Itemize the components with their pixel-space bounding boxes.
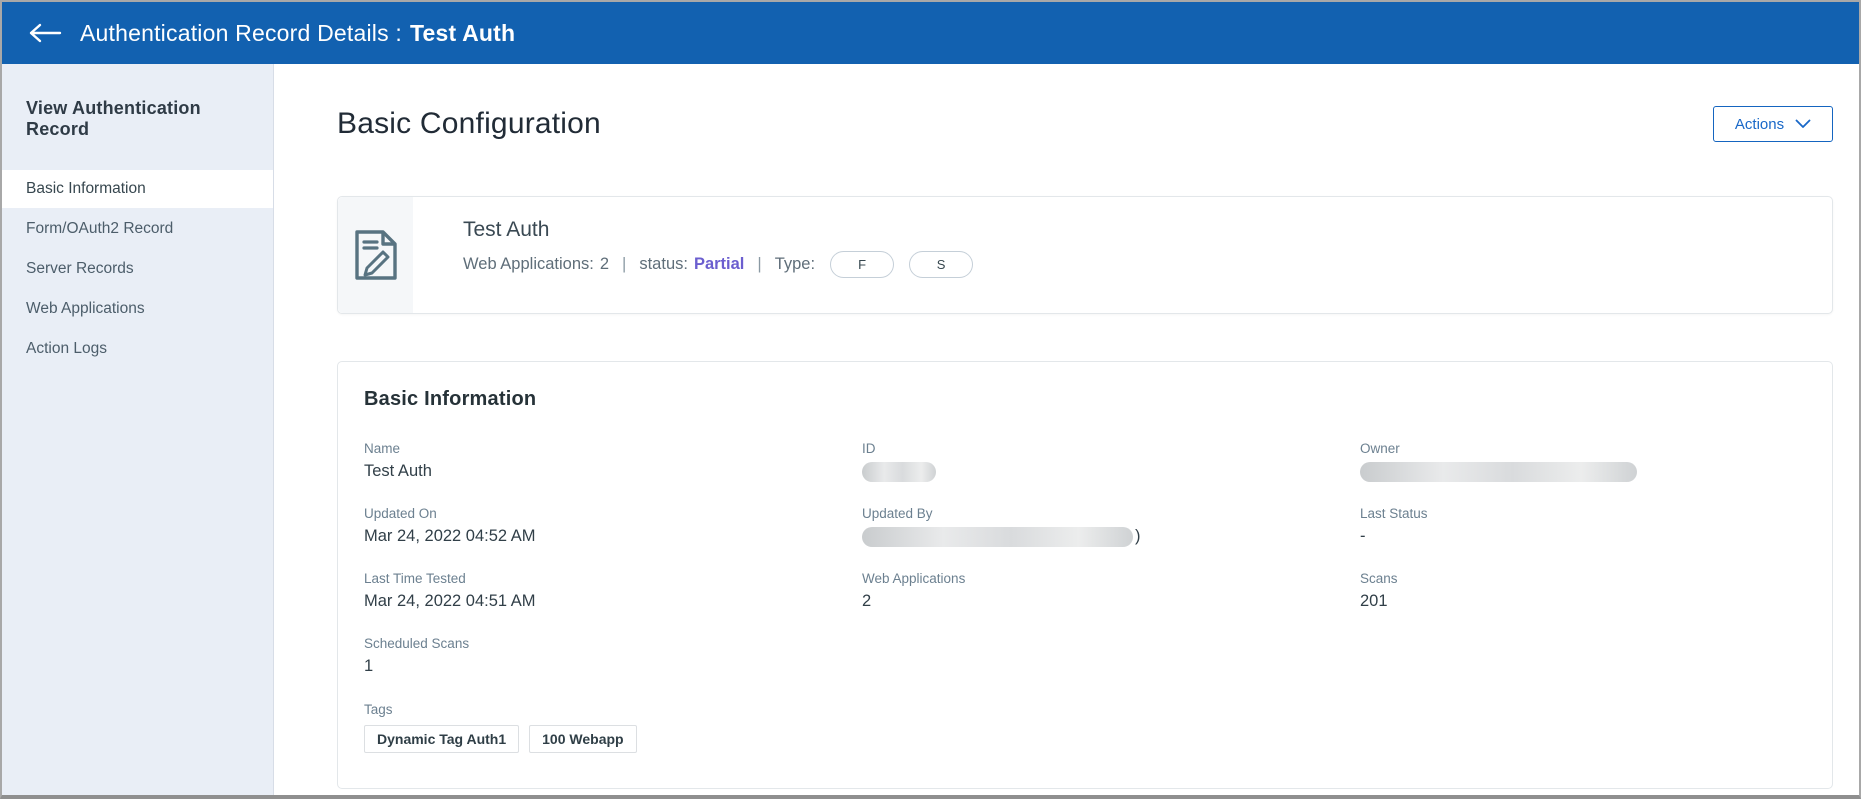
top-bar: Authentication Record Details : Test Auth xyxy=(2,2,1859,64)
redacted-value xyxy=(862,461,936,482)
status-value: Partial xyxy=(693,255,745,273)
tag-chip: Dynamic Tag Auth1 xyxy=(364,725,520,753)
field-value: Mar 24, 2022 04:51 AM xyxy=(364,592,536,610)
back-button[interactable] xyxy=(26,14,64,52)
redacted-value xyxy=(1360,461,1637,482)
field-last-time-tested: Last Time Tested Mar 24, 2022 04:51 AM xyxy=(364,571,862,612)
web-applications-count: 2 xyxy=(599,255,610,273)
meta-separator: | xyxy=(622,255,627,273)
actions-button-label: Actions xyxy=(1734,115,1785,133)
field-label: ID xyxy=(862,441,876,456)
sidebar-heading: View Authentication Record xyxy=(26,98,201,139)
tags-chips: Dynamic Tag Auth1 100 Webapp xyxy=(364,725,1806,753)
record-name: Test Auth xyxy=(463,218,550,241)
field-id: ID xyxy=(862,441,1360,482)
actions-button[interactable]: Actions xyxy=(1713,106,1833,142)
record-summary-card: Test Auth Web Applications: 2 | status: … xyxy=(337,196,1833,314)
field-value: ) xyxy=(862,526,1360,547)
field-scans: Scans 201 xyxy=(1360,571,1806,612)
redacted-suffix: ) xyxy=(1135,527,1141,545)
field-label: Scans xyxy=(1360,571,1398,586)
field-owner: Owner xyxy=(1360,441,1806,482)
page-breadcrumb-title: Authentication Record Details : Test Auth xyxy=(80,20,515,47)
field-label: Scheduled Scans xyxy=(364,636,470,651)
field-label: Web Applications xyxy=(862,571,966,586)
sidebar-item-web-applications[interactable]: Web Applications xyxy=(2,290,273,328)
basic-information-card: Basic Information Name Test Auth ID Owne… xyxy=(337,361,1833,789)
meta-separator: | xyxy=(757,255,762,273)
field-value: 2 xyxy=(862,592,872,610)
type-label: Type: xyxy=(774,255,816,273)
sidebar-item-action-logs[interactable]: Action Logs xyxy=(2,330,273,368)
field-value xyxy=(862,461,1360,482)
sidebar-item-server-records[interactable]: Server Records xyxy=(2,250,273,288)
tag-chip: 100 Webapp xyxy=(529,725,637,753)
web-applications-label: Web Applications: xyxy=(463,255,594,273)
field-updated-by: Updated By ) xyxy=(862,506,1360,547)
type-badge-s: S xyxy=(909,251,974,278)
basic-information-grid: Name Test Auth ID Owner Updated On Mar 2… xyxy=(364,441,1806,677)
record-meta: Web Applications: 2 | status: Partial | … xyxy=(463,251,974,278)
field-updated-on: Updated On Mar 24, 2022 04:52 AM xyxy=(364,506,862,547)
field-label: Updated On xyxy=(364,506,437,521)
record-summary-content: Test Auth Web Applications: 2 | status: … xyxy=(413,197,974,313)
field-label: Last Time Tested xyxy=(364,571,466,586)
basic-information-heading: Basic Information xyxy=(364,388,537,410)
record-icon-box xyxy=(338,197,413,313)
main-header: Basic Configuration Actions xyxy=(337,104,1833,144)
breadcrumb-record-name: Test Auth xyxy=(409,19,516,46)
redacted-value xyxy=(862,526,1133,547)
field-value xyxy=(1360,461,1806,482)
field-scheduled-scans: Scheduled Scans 1 xyxy=(364,636,862,677)
sidebar-item-form-oauth2-record[interactable]: Form/OAuth2 Record xyxy=(2,210,273,248)
breadcrumb-label: Authentication Record Details : xyxy=(80,19,402,46)
tags-label: Tags xyxy=(364,702,393,717)
field-label: Last Status xyxy=(1360,506,1428,521)
sidebar-item-basic-information[interactable]: Basic Information xyxy=(2,170,273,208)
field-value: Mar 24, 2022 04:52 AM xyxy=(364,527,536,545)
field-label: Updated By xyxy=(862,506,933,521)
field-value: 201 xyxy=(1360,592,1388,610)
chevron-down-icon xyxy=(1795,119,1811,129)
main-content: Basic Configuration Actions Test Auth We… xyxy=(274,64,1859,795)
document-edit-icon xyxy=(351,228,401,282)
field-name: Name Test Auth xyxy=(364,441,862,482)
field-last-status: Last Status - xyxy=(1360,506,1806,547)
app-window: Authentication Record Details : Test Auth… xyxy=(0,0,1861,799)
field-web-applications: Web Applications 2 xyxy=(862,571,1360,612)
field-value: - xyxy=(1360,527,1366,545)
arrow-left-icon xyxy=(28,23,62,43)
field-value: Test Auth xyxy=(364,462,432,480)
tags-block: Tags Dynamic Tag Auth1 100 Webapp xyxy=(364,702,1806,753)
field-label: Owner xyxy=(1360,441,1400,456)
page-title: Basic Configuration xyxy=(337,107,601,140)
sidebar: View Authentication Record Basic Informa… xyxy=(2,64,274,795)
field-label: Name xyxy=(364,441,401,456)
status-label: status: xyxy=(639,255,688,273)
field-value: 1 xyxy=(364,657,374,675)
type-badge-f: F xyxy=(830,251,895,278)
